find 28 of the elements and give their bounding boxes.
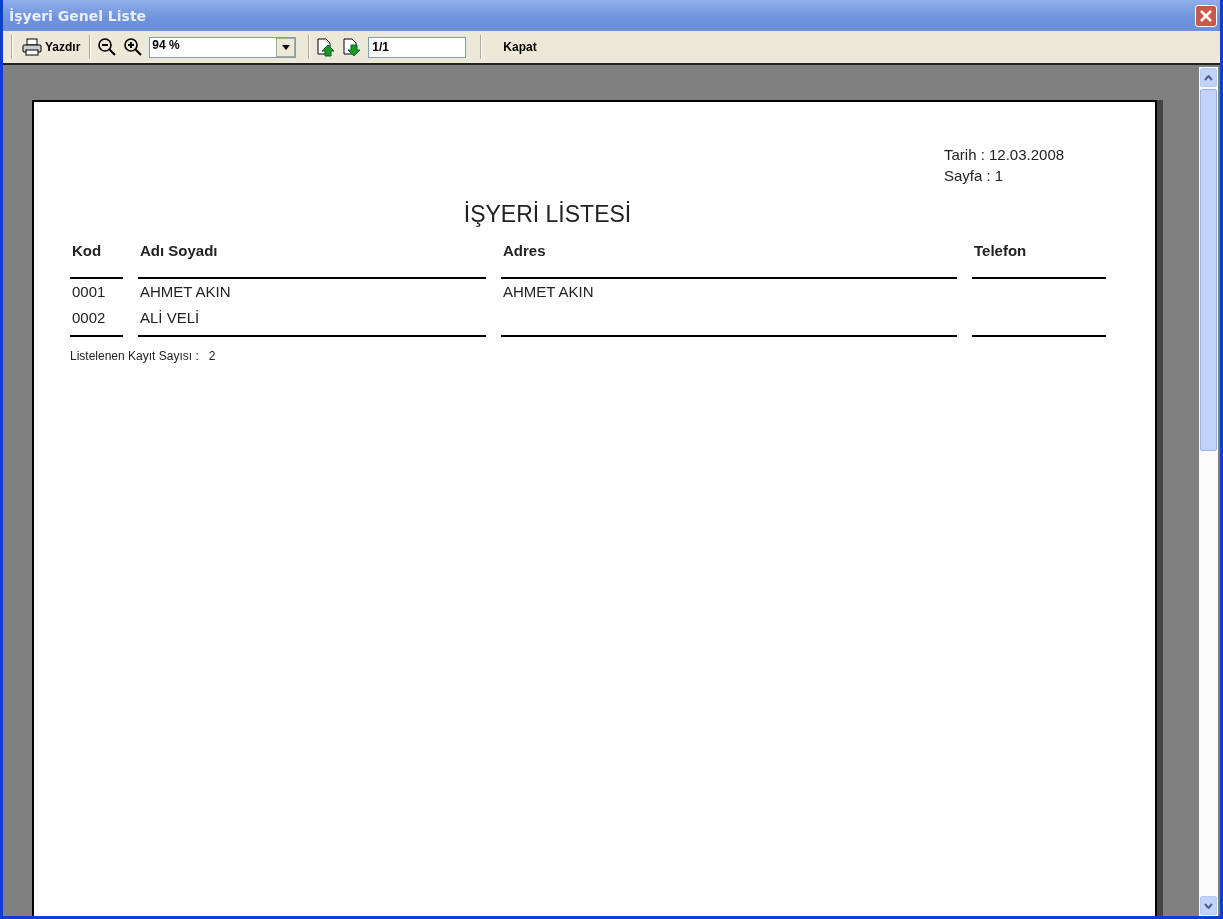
previous-page-icon[interactable] <box>316 37 337 57</box>
record-count: 2 <box>208 349 216 363</box>
column-header: Telefon <box>972 242 1106 279</box>
printer-icon <box>22 38 42 56</box>
column-header: Adres <box>501 242 957 279</box>
close-button[interactable] <box>1195 4 1217 27</box>
column-header: Adı Soyadı <box>138 242 486 279</box>
print-button[interactable]: Yazdır <box>19 36 84 58</box>
page-number: Sayfa : 1 <box>944 167 1004 184</box>
column-header: Kod <box>70 242 123 279</box>
zoom-dropdown[interactable]: 94 % <box>149 36 297 58</box>
next-page-icon[interactable] <box>342 37 363 57</box>
table-cell-text: 0002 <box>71 308 107 328</box>
window-title: İşyeri Genel Liste <box>9 7 147 24</box>
table-cell-text: AHMET AKIN <box>502 282 595 302</box>
report-date: Tarih : 12.03.2008 <box>944 146 1065 163</box>
table-cell-text: ALİ VELİ <box>139 308 201 328</box>
caret-icon <box>281 44 290 50</box>
table-cell-text: 0001 <box>71 282 107 302</box>
page-field[interactable]: 1/1 <box>368 36 467 58</box>
close-report-button[interactable]: Kapat <box>500 38 540 56</box>
zoom-out-icon[interactable] <box>97 37 118 57</box>
zoom-in-icon[interactable] <box>123 37 144 57</box>
close-icon <box>1199 8 1213 23</box>
vertical-scrollbar[interactable] <box>1199 67 1218 916</box>
record-count-label: Listelenen Kayıt Sayısı : <box>70 349 199 363</box>
report-title: İŞYERİ LİSTESİ <box>462 201 633 228</box>
table-cell-text: AHMET AKIN <box>139 282 232 302</box>
